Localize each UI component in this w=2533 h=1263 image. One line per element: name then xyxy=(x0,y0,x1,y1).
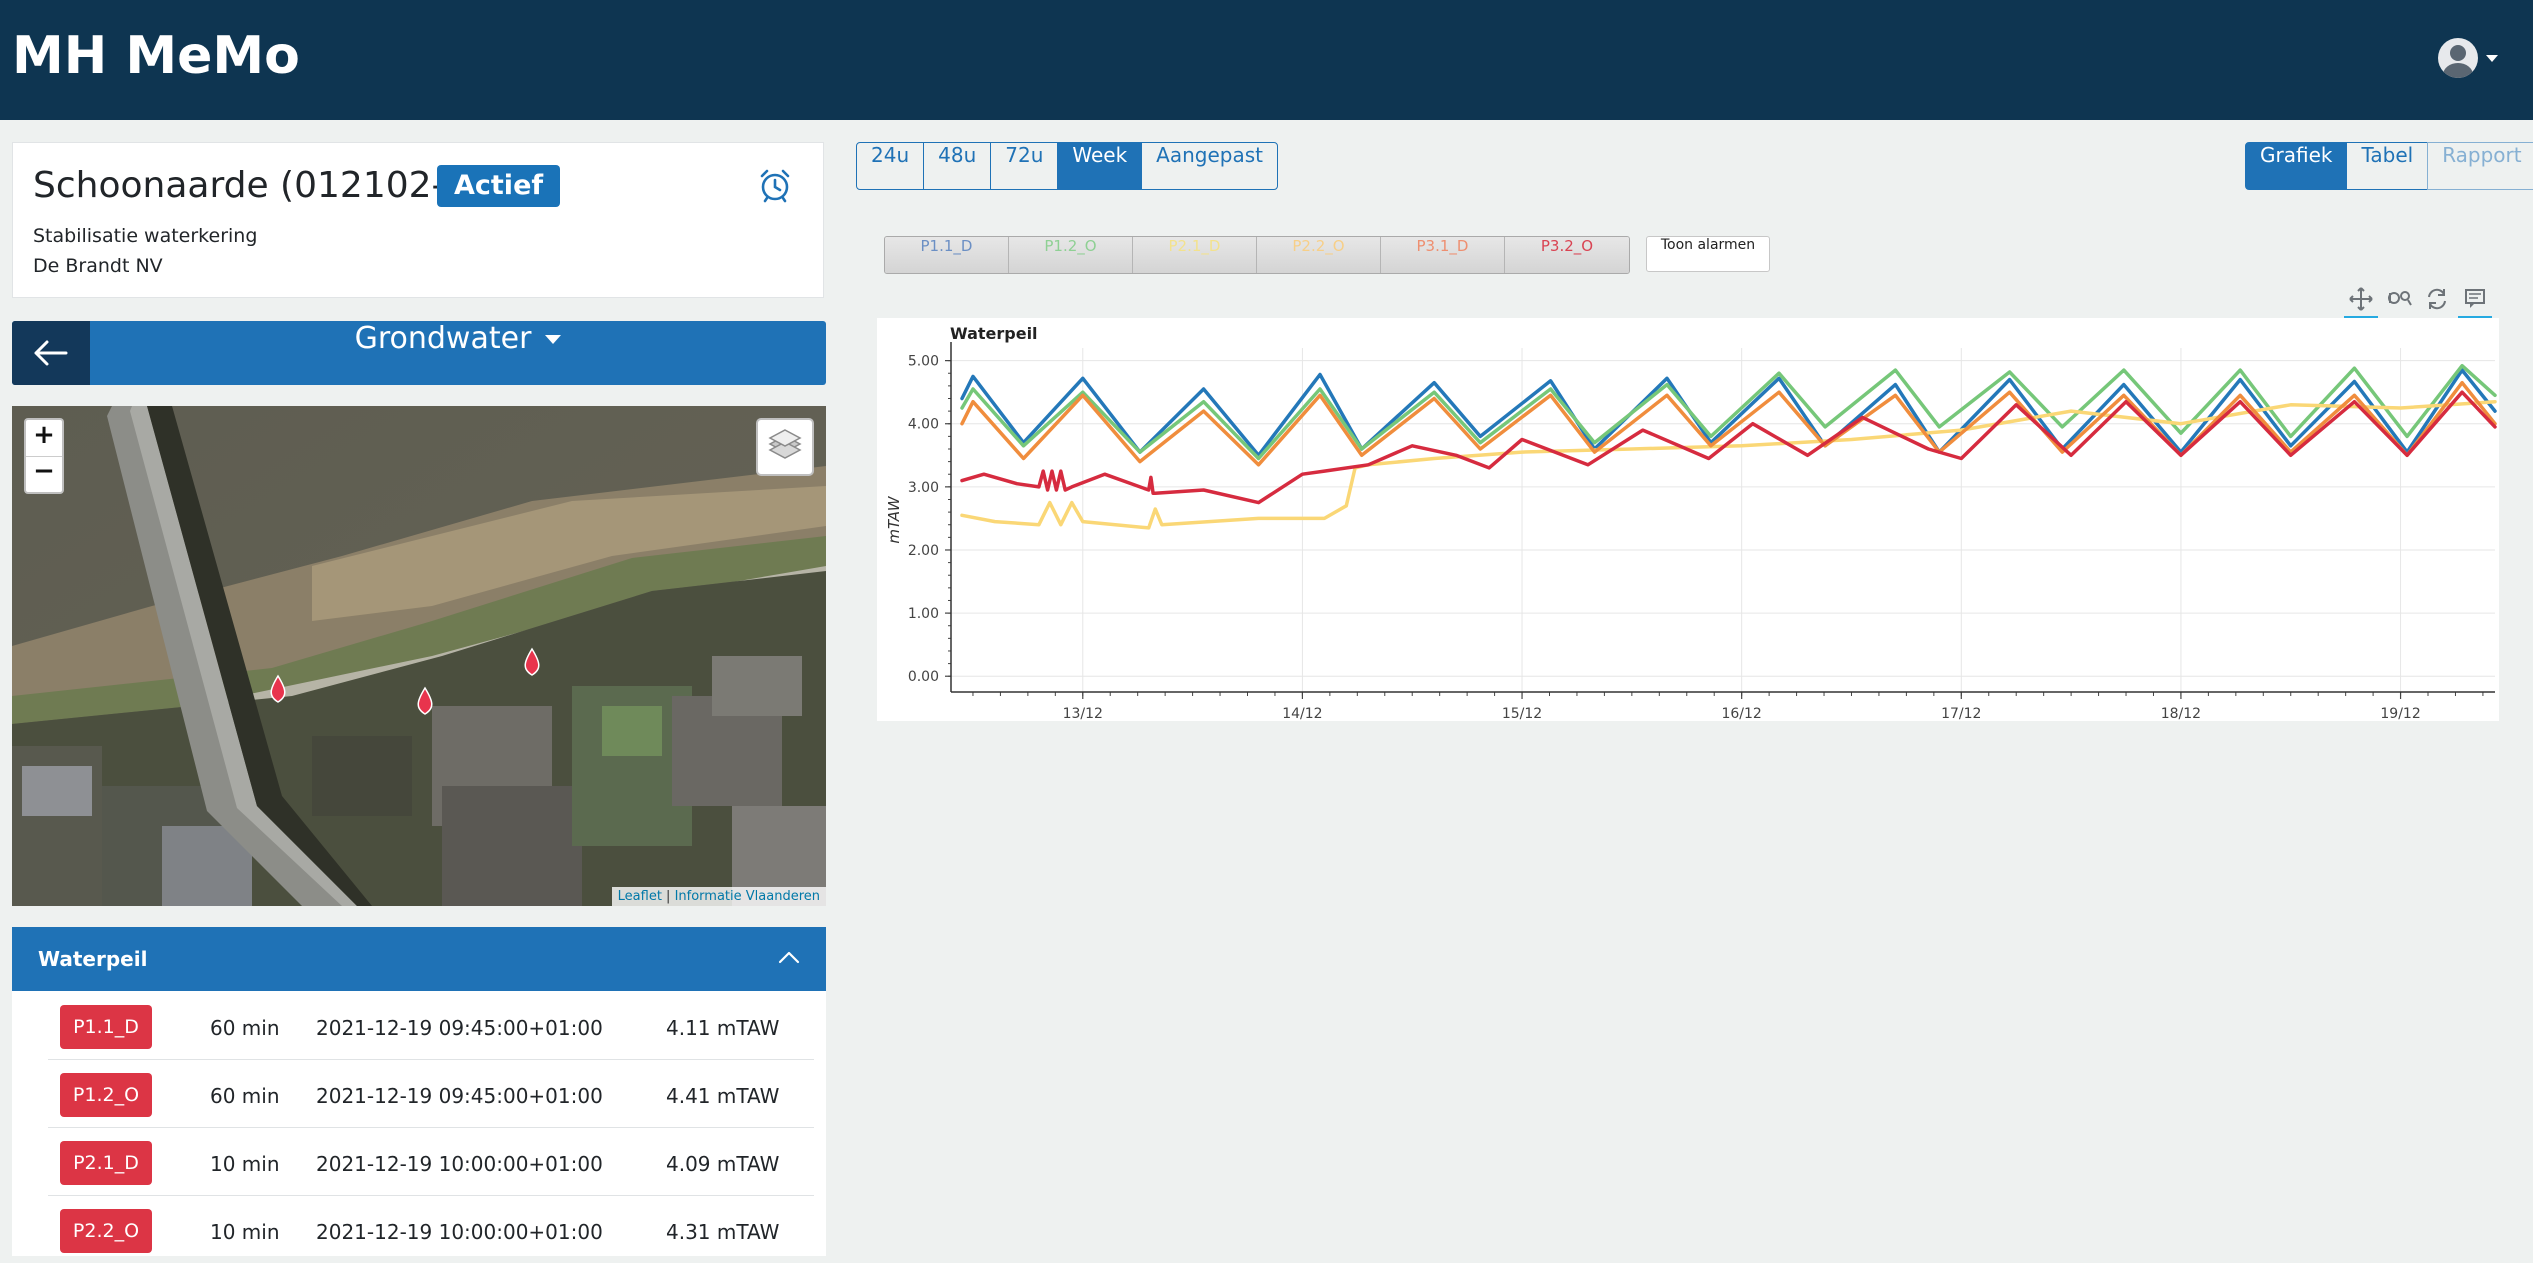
range-custom-button[interactable]: Aangepast xyxy=(1141,142,1278,190)
aerial-map-image xyxy=(12,406,826,906)
series-toggle-group: P1.1_D P1.2_O P2.1_D P2.2_O P3.1_D P3.2_… xyxy=(884,236,1630,274)
box-zoom-tool[interactable] xyxy=(2382,284,2416,316)
hover-tool[interactable] xyxy=(2458,284,2492,319)
map-view[interactable]: + − Leaflet | Informatie Vlaanderen xyxy=(12,406,826,906)
sensor-badge[interactable]: P2.1_D xyxy=(60,1141,152,1185)
range-24u-button[interactable]: 24u xyxy=(856,142,925,190)
leaflet-link[interactable]: Leaflet xyxy=(618,889,662,904)
sensor-value: 4.11 mTAW xyxy=(666,1016,780,1040)
zoom-control: + − xyxy=(24,418,64,494)
y-tick-label: 2.00 xyxy=(908,543,939,559)
show-alarms-button[interactable]: Toon alarmen xyxy=(1646,236,1770,272)
waterpeil-chart[interactable]: Waterpeil 0.00 1.00 2.00 3.00 4.00 5.00 13/12 14… xyxy=(877,318,2499,722)
sensor-badge[interactable]: P1.1_D xyxy=(60,1005,152,1049)
series-toggle-button[interactable]: P2.2_O xyxy=(1257,237,1381,273)
category-dropdown[interactable]: Grondwater xyxy=(90,321,826,385)
sensor-value: 4.31 mTAW xyxy=(666,1220,780,1244)
reset-tool[interactable] xyxy=(2420,284,2454,316)
back-button[interactable] xyxy=(12,321,90,385)
app-brand[interactable]: MH MeMo xyxy=(12,26,300,86)
sensor-value: 4.09 mTAW xyxy=(666,1152,780,1176)
sensor-list: P1.1_D 60 min 2021-12-19 09:45:00+01:00 … xyxy=(12,991,826,1256)
y-tick-label: 4.00 xyxy=(908,417,939,433)
waterpeil-panel-header[interactable]: Waterpeil xyxy=(12,927,826,991)
sensor-interval: 60 min xyxy=(210,1016,280,1040)
zoom-out-button[interactable]: − xyxy=(26,456,62,492)
chevron-up-icon[interactable] xyxy=(778,949,800,965)
sensor-badge[interactable]: P1.2_O xyxy=(60,1073,152,1117)
view-button-group: Grafiek Tabel Rapport xyxy=(2245,142,2533,190)
y-tick-label: 3.00 xyxy=(908,480,939,496)
list-item: P1.1_D 60 min 2021-12-19 09:45:00+01:00 … xyxy=(48,991,814,1060)
alarm-clock-icon[interactable] xyxy=(757,167,793,203)
sensor-timestamp: 2021-12-19 10:00:00+01:00 xyxy=(316,1152,603,1176)
list-item: P1.2_O 60 min 2021-12-19 09:45:00+01:00 … xyxy=(48,1059,814,1128)
pan-icon xyxy=(2349,287,2373,311)
list-item: P2.1_D 10 min 2021-12-19 10:00:00+01:00 … xyxy=(48,1127,814,1196)
status-badge: Actief xyxy=(437,165,561,207)
series-toggle-button[interactable]: P3.2_O xyxy=(1505,237,1629,273)
user-avatar-icon[interactable] xyxy=(2438,38,2478,78)
series-toggle-button[interactable]: P3.1_D xyxy=(1381,237,1505,273)
chart-title: Waterpeil xyxy=(950,324,1038,343)
sensor-timestamp: 2021-12-19 09:45:00+01:00 xyxy=(316,1016,603,1040)
pan-tool[interactable] xyxy=(2344,284,2378,319)
reset-icon xyxy=(2428,288,2446,310)
category-label: Grondwater xyxy=(354,321,532,356)
site-description: Stabilisatie waterkering xyxy=(33,225,258,247)
panel-title: Waterpeil xyxy=(38,947,148,971)
map-attribution: Leaflet | Informatie Vlaanderen xyxy=(611,887,826,906)
site-card: Schoonaarde (012102-14) Actief Stabilisa… xyxy=(12,142,824,298)
attribution-separator: | xyxy=(661,889,675,904)
user-menu[interactable] xyxy=(2438,38,2498,82)
y-axis-label: mTAW xyxy=(885,495,903,543)
y-tick-label: 5.00 xyxy=(908,354,939,370)
hover-icon xyxy=(2465,289,2485,308)
x-tick-label: 19/12 xyxy=(2380,706,2420,721)
chart-svg[interactable]: Waterpeil 0.00 1.00 2.00 3.00 4.00 5.00 13/12 14… xyxy=(877,318,2499,722)
view-report-button[interactable]: Rapport xyxy=(2427,142,2533,190)
site-company: De Brandt NV xyxy=(33,255,163,277)
x-tick-label: 13/12 xyxy=(1063,706,1103,721)
range-48u-button[interactable]: 48u xyxy=(923,142,992,190)
site-title: Schoonaarde (012102-14) xyxy=(33,165,505,206)
top-navbar: MH MeMo xyxy=(0,0,2533,120)
sensor-badge[interactable]: P2.2_O xyxy=(60,1209,152,1253)
range-week-button[interactable]: Week xyxy=(1057,142,1143,190)
sensor-interval: 10 min xyxy=(210,1220,280,1244)
source-link[interactable]: Informatie Vlaanderen xyxy=(675,889,820,904)
y-tick-label: 0.00 xyxy=(908,669,939,685)
series-toggle-button[interactable]: P2.1_D xyxy=(1133,237,1257,273)
sensor-value: 4.41 mTAW xyxy=(666,1084,780,1108)
sensor-timestamp: 2021-12-19 09:45:00+01:00 xyxy=(316,1084,603,1108)
range-button-group: 24u 48u 72u Week Aangepast xyxy=(856,142,1278,190)
list-item: P2.2_O 10 min 2021-12-19 10:00:00+01:00 … xyxy=(48,1195,814,1263)
layers-icon xyxy=(768,429,802,459)
series-toggle-button[interactable]: P1.1_D xyxy=(885,237,1009,273)
layers-button[interactable] xyxy=(756,418,814,476)
x-tick-label: 14/12 xyxy=(1282,706,1322,721)
y-tick-label: 1.00 xyxy=(908,606,939,622)
series-toggle-button[interactable]: P1.2_O xyxy=(1009,237,1133,273)
x-tick-label: 18/12 xyxy=(2161,706,2201,721)
x-tick-label: 17/12 xyxy=(1941,706,1981,721)
chevron-down-icon[interactable] xyxy=(2486,55,2498,62)
x-tick-label: 15/12 xyxy=(1502,706,1542,721)
sensor-interval: 60 min xyxy=(210,1084,280,1108)
sensor-timestamp: 2021-12-19 10:00:00+01:00 xyxy=(316,1220,603,1244)
sensor-interval: 10 min xyxy=(210,1152,280,1176)
caret-down-icon xyxy=(545,335,562,344)
arrow-left-icon xyxy=(34,340,68,366)
x-tick-label: 16/12 xyxy=(1721,706,1761,721)
view-table-button[interactable]: Tabel xyxy=(2346,142,2429,190)
category-bar: Grondwater xyxy=(12,321,826,385)
zoom-in-button[interactable]: + xyxy=(26,420,62,456)
view-chart-button[interactable]: Grafiek xyxy=(2245,142,2348,190)
range-72u-button[interactable]: 72u xyxy=(990,142,1059,190)
box-zoom-icon xyxy=(2388,291,2412,306)
